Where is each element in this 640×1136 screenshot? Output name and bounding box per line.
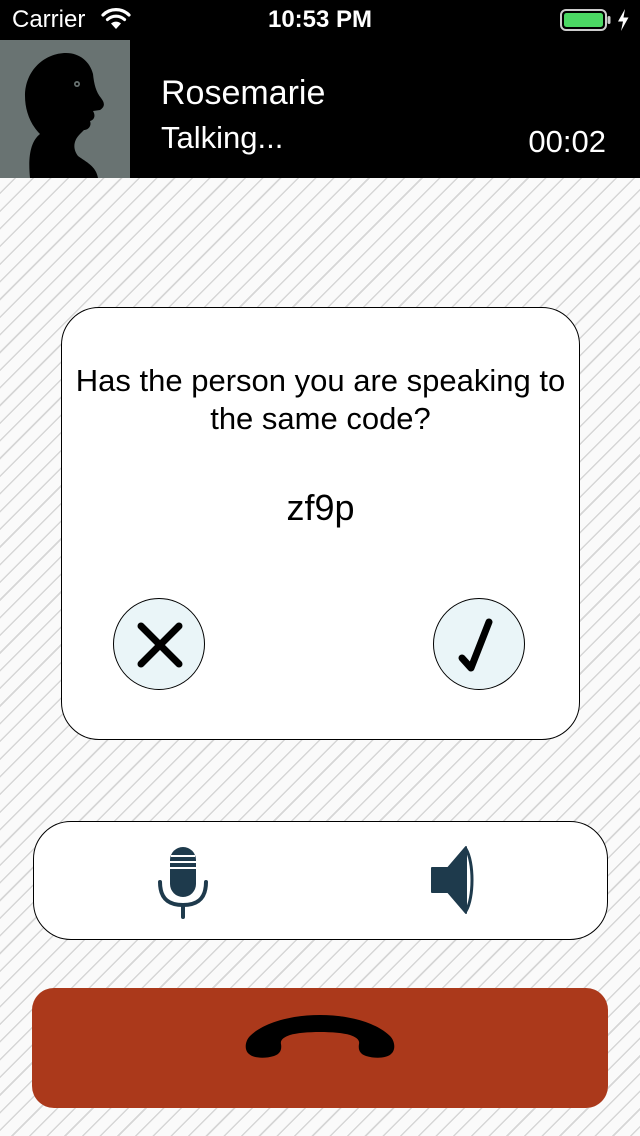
speaker-button[interactable] [426,842,482,918]
battery-icon [560,9,612,31]
checkmark-icon [458,618,493,672]
microphone-icon [158,847,208,919]
call-status: Talking... [161,120,284,155]
close-icon [137,622,183,668]
end-call-button[interactable] [32,988,608,1108]
charging-bolt-icon [616,8,630,32]
status-time: 10:53 PM [267,6,373,33]
status-bar: Carrier 10:53 PM [0,0,640,40]
call-header: Rosemarie Talking... 00:02 [0,40,640,178]
caller-name: Rosemarie [161,74,326,112]
avatar [0,40,130,178]
verification-question: Has the person you are speaking to the s… [75,363,566,436]
call-timer: 00:02 [528,124,606,159]
confirm-code-button[interactable] [433,598,525,690]
hang-up-phone-icon [245,1015,395,1058]
person-silhouette-icon [25,53,104,178]
speaker-icon [431,846,474,914]
mute-button[interactable] [154,842,212,920]
reject-code-button[interactable] [113,598,205,690]
call-controls [33,821,608,940]
verification-code: zf9p [286,487,355,528]
verification-dialog: Has the person you are speaking to the s… [61,307,580,740]
